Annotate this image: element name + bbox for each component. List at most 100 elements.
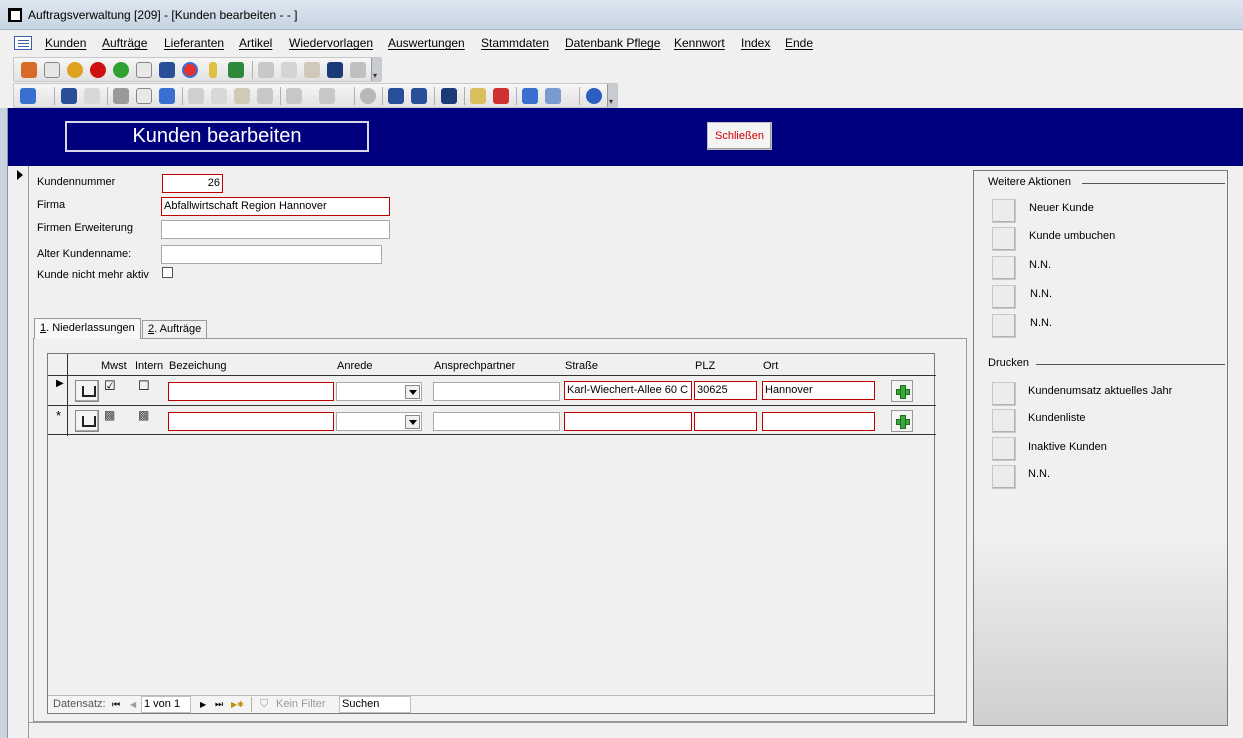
bezeichung-field[interactable]	[168, 412, 334, 431]
document-icon[interactable]	[44, 62, 60, 78]
strasse-field[interactable]	[564, 412, 692, 431]
ansprechpartner-field[interactable]	[433, 382, 560, 401]
hyperlink-icon[interactable]	[360, 88, 376, 104]
sort-descending-icon[interactable]	[411, 88, 427, 104]
binoculars-icon[interactable]	[327, 62, 343, 78]
intern-checkbox[interactable]: ▩	[138, 408, 149, 422]
menu-wiedervorlagen[interactable]: Wiedervorlagen	[289, 36, 373, 50]
help-icon[interactable]	[586, 88, 602, 104]
delete-record-icon[interactable]	[493, 88, 509, 104]
neuer-kunde-button[interactable]	[992, 199, 1016, 223]
plz-field[interactable]	[694, 412, 757, 431]
form-menu-icon[interactable]	[14, 36, 32, 50]
plz-field[interactable]: 30625	[694, 381, 757, 400]
kunde-umbuchen-button[interactable]	[992, 227, 1016, 251]
dropdown-arrow-icon[interactable]	[405, 415, 420, 429]
inaktive-kunden-button[interactable]	[992, 437, 1016, 461]
sort-ascending-icon[interactable]	[388, 88, 404, 104]
new-object-icon[interactable]	[545, 88, 561, 104]
tab-auftraege-label: . Aufträge	[154, 323, 202, 335]
print-preview-icon[interactable]	[136, 88, 152, 104]
next-record-icon[interactable]: ▶	[200, 700, 206, 709]
filter-status[interactable]: Kein Filter	[276, 698, 326, 710]
inaktiv-checkbox[interactable]	[162, 267, 173, 278]
ort-field[interactable]	[762, 412, 875, 431]
anrede-combo[interactable]	[336, 412, 422, 431]
dropdown-arrow-icon[interactable]	[405, 385, 420, 399]
exit-arrow-icon[interactable]	[228, 62, 244, 78]
toolbar-options-icon-2[interactable]	[607, 84, 617, 107]
undo-icon[interactable]	[286, 88, 302, 104]
book-icon[interactable]	[159, 62, 175, 78]
replace-icon[interactable]	[350, 62, 366, 78]
firma-field[interactable]: Abfallwirtschaft Region Hannover	[161, 197, 390, 216]
cut-icon-2[interactable]	[188, 88, 204, 104]
paste-icon-2[interactable]	[234, 88, 250, 104]
nn-print-button[interactable]	[992, 465, 1016, 489]
close-button[interactable]: Schließen	[707, 122, 772, 150]
firmen-erweiterung-field[interactable]	[161, 220, 390, 239]
nn-button-3[interactable]	[992, 314, 1016, 338]
menu-stammdaten[interactable]: Stammdaten	[481, 36, 549, 50]
find-icon[interactable]	[441, 88, 457, 104]
medical-icon[interactable]	[182, 62, 198, 78]
save-icon[interactable]	[61, 88, 77, 104]
intern-checkbox[interactable]: ☐	[138, 378, 150, 394]
format-painter-icon[interactable]	[257, 88, 273, 104]
cut-icon[interactable]	[258, 62, 274, 78]
kundenumsatz-button[interactable]	[992, 382, 1016, 406]
flower-red-icon[interactable]	[90, 62, 106, 78]
ansprechpartner-field[interactable]	[433, 412, 560, 431]
nn-button-2[interactable]	[992, 285, 1016, 309]
bezeichung-field[interactable]	[168, 382, 334, 401]
add-plus-icon[interactable]	[891, 380, 913, 402]
last-record-icon[interactable]: ⏭	[215, 699, 223, 710]
customer-icon[interactable]	[21, 62, 37, 78]
key-icon[interactable]	[209, 62, 217, 78]
new-record-icon[interactable]	[470, 88, 486, 104]
flower-green-icon[interactable]	[113, 62, 129, 78]
menu-auswertungen[interactable]: Auswertungen	[388, 36, 465, 50]
record-position-field[interactable]: 1 von 1	[141, 696, 191, 713]
tab-niederlassungen[interactable]: 1. Niederlassungen	[34, 318, 141, 339]
edit-row-button[interactable]	[75, 380, 99, 402]
menu-kunden[interactable]: Kunden	[45, 36, 86, 50]
database-window-icon[interactable]	[522, 88, 538, 104]
kundenliste-button[interactable]	[992, 409, 1016, 433]
menu-ende[interactable]: Ende	[785, 36, 813, 50]
kundennummer-field[interactable]: 26	[162, 174, 223, 193]
new-record-nav-icon[interactable]: ▶✱	[231, 700, 244, 709]
anrede-combo[interactable]	[336, 382, 422, 401]
prev-record-icon[interactable]: ◀	[130, 700, 136, 709]
strasse-field[interactable]: Karl-Wiechert-Allee 60 C	[564, 381, 692, 400]
copy-icon[interactable]	[281, 62, 297, 78]
menu-artikel[interactable]: Artikel	[239, 36, 272, 50]
print-icon[interactable]	[113, 88, 129, 104]
spellcheck-icon[interactable]	[159, 88, 175, 104]
redo-icon[interactable]	[319, 88, 335, 104]
search-file-icon[interactable]	[84, 88, 100, 104]
first-record-icon[interactable]: ⏮	[112, 699, 120, 710]
alter-kundenname-field[interactable]	[161, 245, 382, 264]
ort-field[interactable]: Hannover	[762, 381, 875, 400]
design-view-icon[interactable]	[20, 88, 36, 104]
copy-icon-2[interactable]	[211, 88, 227, 104]
nn-button-1[interactable]	[992, 256, 1016, 280]
edit-row-button[interactable]	[75, 410, 99, 432]
search-input[interactable]: Suchen	[339, 696, 411, 713]
menu-auftraege[interactable]: Aufträge	[102, 36, 147, 50]
toolbar-options-icon[interactable]	[371, 58, 381, 81]
menu-kennwort[interactable]: Kennwort	[674, 36, 725, 50]
menu-datenbank-pflege[interactable]: Datenbank Pflege	[565, 36, 660, 50]
add-plus-icon[interactable]	[891, 410, 913, 432]
menu-index[interactable]: Index	[741, 36, 770, 50]
mwst-checkbox[interactable]: ▩	[104, 408, 115, 422]
record-selector[interactable]	[8, 166, 29, 738]
paste-icon[interactable]	[304, 62, 320, 78]
mwst-checkbox[interactable]: ☑	[104, 378, 116, 394]
menu-lieferanten[interactable]: Lieferanten	[164, 36, 224, 50]
tab-auftraege[interactable]: 2. Aufträge	[142, 320, 208, 339]
person-icon[interactable]	[67, 62, 83, 78]
report-icon[interactable]	[136, 62, 152, 78]
filter-funnel-icon[interactable]: ⛉	[260, 698, 268, 711]
